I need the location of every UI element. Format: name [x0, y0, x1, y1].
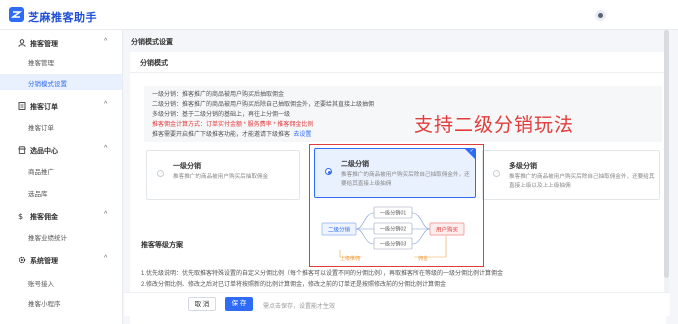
sidebar-item-label: 推客业绩统计 — [28, 235, 67, 242]
shop-icon — [18, 146, 26, 154]
sidebar-group-product-center[interactable]: 选品中心 ^ — [0, 144, 123, 158]
desc-line-1: 一级分销：推客推广的商品被用户购买后抽取佣金 — [152, 92, 285, 98]
logo-icon — [9, 7, 24, 22]
option-desc: 推客推广的商品被用户购买后除自己抽取佣金外，还要给其直接上级以及上上级抽佣 — [509, 174, 655, 189]
divider — [130, 72, 666, 73]
coin-icon: $ — [18, 212, 26, 221]
action-footer: 取 消 保 存 需点击保存，设置能才生效 — [124, 292, 670, 316]
sidebar-group-orders[interactable]: 推客订单 ^ — [0, 100, 123, 114]
scrollbar-thumb[interactable] — [664, 30, 669, 278]
page-title: 分销模式设置 — [131, 39, 173, 46]
sidebar-group-label: 选品中心 — [30, 148, 58, 155]
sidebar: 推客管理 ^ 推客管理 分销模式设置 推客订单 ^ 推客订单 选品中心 ^ 商品… — [0, 30, 123, 324]
gear-icon — [18, 256, 26, 264]
desc-line-5-text: 推客需要开启推广下级推客功能，才能邀请下级推客 — [152, 132, 291, 138]
option-level-1[interactable]: 一级分销 推客推广的商品被用户购买后抽取佣金 — [146, 150, 300, 200]
sidebar-item-tuike-manage[interactable]: 推客管理 — [0, 53, 122, 69]
desc-line-4: 推客佣金计算方式：订单实付金额 * 服务费率 * 推客佣金比例 — [152, 122, 314, 128]
chevron-up-icon: ^ — [104, 101, 108, 108]
sidebar-item-distribution-mode[interactable]: 分销模式设置 — [0, 74, 122, 90]
option-level-multi[interactable]: 多级分销 推客推广的商品被用户购买后除自己抽取佣金外，还要给其直接上级以及上上级… — [482, 150, 660, 200]
desc-line-5: 推客需要开启推广下级推客功能，才能邀请下级推客 去设置 — [152, 129, 311, 138]
sidebar-item-product-promo[interactable]: 商品推广 — [0, 162, 122, 178]
sidebar-group-system[interactable]: 系统管理 ^ — [0, 254, 123, 268]
user-icon — [18, 39, 26, 47]
cancel-button[interactable]: 取 消 — [188, 297, 216, 311]
sidebar-item-label: 选品库 — [28, 191, 48, 198]
section-title: 分销模式 — [140, 60, 168, 67]
chevron-up-icon: ^ — [104, 255, 108, 262]
highlight-box — [309, 144, 484, 267]
sidebar-item-label: 账号接入 — [28, 281, 54, 288]
sidebar-item-product-library[interactable]: 选品库 — [0, 184, 122, 200]
desc-line-2: 二级分销：推客推广的商品被用户购买后除自己抽取佣金外，还要给其直接上级抽佣 — [152, 102, 375, 108]
sidebar-group-label: 推客佣金 — [30, 214, 58, 221]
chevron-up-icon: ^ — [104, 211, 108, 218]
desc-line-3: 多级分销：基于二级分销的基础上，再往上分佣一级 — [152, 112, 291, 118]
go-settings-link[interactable]: 去设置 — [293, 132, 311, 138]
sidebar-group-tuike-manage[interactable]: 推客管理 ^ — [0, 37, 123, 51]
sidebar-item-mini-program[interactable]: 推客小程序 — [0, 294, 122, 310]
sidebar-item-account-access[interactable]: 账号接入 — [0, 274, 122, 290]
save-hint: 需点击保存，设置能才生效 — [263, 304, 336, 310]
sidebar-item-label: 分销模式设置 — [28, 81, 67, 88]
sidebar-group-commission[interactable]: $ 推客佣金 ^ — [0, 210, 123, 224]
option-title: 多级分销 — [509, 163, 537, 170]
avatar[interactable] — [595, 10, 606, 21]
sidebar-group-label: 系统管理 — [30, 258, 58, 265]
radio-level-1[interactable] — [157, 170, 164, 177]
section-title-levels: 推客等级方案 — [141, 242, 183, 249]
option-title: 一级分销 — [173, 163, 201, 170]
sidebar-item-label: 推客小程序 — [28, 301, 61, 308]
chevron-up-icon: ^ — [104, 38, 108, 45]
top-bar: 芝麻推客助手 — [0, 0, 678, 30]
sidebar-group-label: 推客订单 — [30, 104, 58, 111]
order-icon — [18, 102, 26, 110]
sidebar-item-label: 商品推广 — [28, 169, 54, 176]
svg-text:$: $ — [18, 212, 23, 220]
app-root: 芝麻推客助手 推客管理 ^ 推客管理 分销模式设置 推客订单 ^ 推客订单 选品… — [0, 0, 678, 324]
sidebar-item-label: 推客管理 — [28, 60, 54, 67]
sidebar-item-orders[interactable]: 推客订单 — [0, 118, 122, 134]
radio-level-multi[interactable] — [493, 170, 500, 177]
sidebar-item-label: 推客订单 — [28, 125, 54, 132]
app-title: 芝麻推客助手 — [28, 12, 97, 24]
chevron-up-icon: ^ — [104, 145, 108, 152]
note-line-1: 1.优先级说明：优先取推客特殊设置的自定义分佣比例（每个推客可以设置不同的分佣比… — [141, 271, 504, 277]
note-line-2: 2.修改分佣比例、修改之后对已订单将按照新的比例计算佣金，修改之前的订单还是按照… — [141, 282, 447, 288]
sidebar-group-label: 推客管理 — [30, 41, 58, 48]
option-desc: 推客推广的商品被用户购买后抽取佣金 — [173, 174, 269, 180]
mode-description: 一级分销：推客推广的商品被用户购买后抽取佣金 二级分销：推客推广的商品被用户购买… — [144, 86, 662, 142]
promo-banner: 支持二级分销玩法 — [414, 115, 575, 136]
sidebar-item-performance-stats[interactable]: 推客业绩统计 — [0, 228, 122, 244]
save-button[interactable]: 保 存 — [225, 297, 253, 311]
